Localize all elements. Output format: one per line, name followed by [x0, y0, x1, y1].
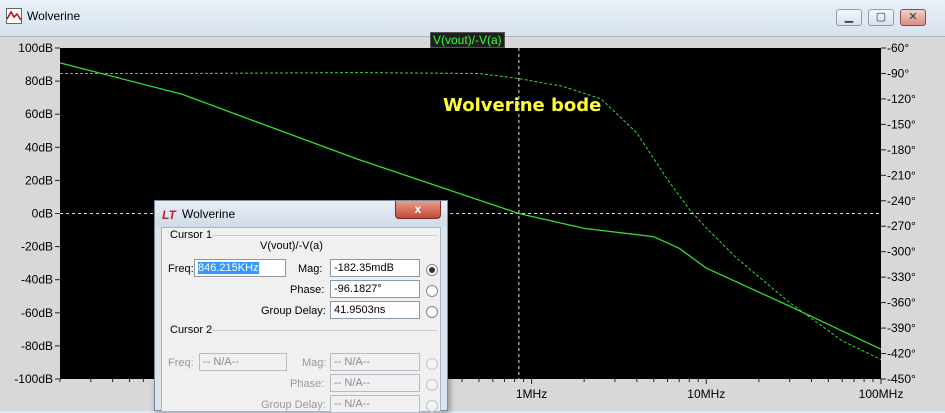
cursor2-phase-radio[interactable]: [426, 379, 438, 391]
cursor2-mag-field[interactable]: -- N/A--: [330, 353, 420, 371]
right-tick-label: -240°: [887, 194, 916, 208]
x-tick-label: 1MHz: [516, 387, 547, 401]
cursor1-phase-label: Phase:: [290, 284, 325, 296]
dialog-titlebar: LT Wolverine x: [155, 201, 447, 227]
trace-label[interactable]: V(vout)/-V(a): [430, 32, 505, 48]
cursor1-freq-field[interactable]: 846.215KHz: [194, 259, 286, 277]
left-tick-label: -40dB: [21, 273, 53, 287]
cursor2-gd-field[interactable]: -- N/A--: [330, 395, 420, 413]
dialog-close-button[interactable]: x: [395, 201, 441, 219]
left-tick-label: 100dB: [18, 41, 53, 55]
cursor2-divider: [212, 330, 437, 331]
minimize-button[interactable]: ▁: [836, 9, 862, 26]
right-tick-label: -180°: [887, 143, 916, 157]
cursor-dialog: LT Wolverine x Cursor 1 V(vout)/-V(a) Fr…: [154, 200, 448, 413]
cursor1-gd-radio[interactable]: [426, 306, 438, 318]
cursor1-phase-field[interactable]: -96.1827°: [330, 280, 420, 298]
window-title: Wolverine: [27, 9, 81, 23]
left-tick-label: 40dB: [25, 140, 53, 154]
left-tick-label: -20dB: [21, 240, 53, 254]
left-tick-label: -80dB: [21, 339, 53, 353]
cursor2-phase-label: Phase:: [290, 378, 325, 390]
maximize-button[interactable]: ▢: [868, 9, 894, 26]
cursor1-gd-label: Group Delay:: [261, 305, 326, 317]
cursor2-mag-label: Mag:: [302, 357, 327, 369]
cursor1-label: Cursor 1: [170, 229, 213, 241]
cursor2-label: Cursor 2: [170, 324, 213, 336]
cursor2-mag-radio[interactable]: [426, 358, 438, 370]
right-tick-label: -390°: [887, 321, 916, 335]
left-tick-label: 60dB: [25, 107, 53, 121]
dialog-title: Wolverine: [182, 207, 236, 221]
cursor2-gd-radio[interactable]: [426, 400, 438, 412]
bode-plot[interactable]: 100dB 80dB 60dB 40dB 20dB 0dB -20dB -40dB -60dB -…: [0, 37, 945, 411]
cursor1-mag-label: Mag:: [298, 263, 323, 275]
cursor1-mag-field[interactable]: -182.35mdB: [330, 259, 420, 277]
cursor1-phase-radio[interactable]: [426, 285, 438, 297]
left-tick-label: -60dB: [21, 306, 53, 320]
close-button[interactable]: ✕: [900, 9, 926, 26]
right-tick-label: -300°: [887, 245, 916, 259]
x-tick-label: 100MHz: [859, 387, 904, 401]
right-tick-label: -450°: [887, 372, 916, 386]
cursor2-phase-field[interactable]: -- N/A--: [330, 374, 420, 392]
right-tick-label: -420°: [887, 347, 916, 361]
cursor1-freq-value: 846.215KHz: [198, 262, 259, 274]
right-tick-label: -270°: [887, 219, 916, 233]
right-tick-label: -210°: [887, 168, 916, 182]
x-tick-label: 10MHz: [687, 387, 725, 401]
plot-annotation: Wolverine bode: [443, 95, 602, 116]
right-tick-label: -60°: [887, 41, 909, 55]
right-tick-label: -90°: [887, 66, 909, 80]
left-tick-label: 20dB: [25, 173, 53, 187]
cursor1-trace-name: V(vout)/-V(a): [260, 240, 323, 252]
right-tick-label: -360°: [887, 296, 916, 310]
left-tick-label: 80dB: [25, 74, 53, 88]
cursor2-freq-field[interactable]: -- N/A--: [199, 353, 287, 371]
dialog-body: Cursor 1 V(vout)/-V(a) Freq: 846.215KHz …: [161, 227, 441, 413]
left-tick-label: -100dB: [14, 372, 53, 386]
cursor1-freq-label: Freq:: [168, 263, 194, 275]
right-tick-label: -150°: [887, 117, 916, 131]
cursor1-divider: [212, 235, 437, 236]
right-tick-label: -330°: [887, 270, 916, 284]
cursor1-mag-radio[interactable]: [426, 264, 438, 276]
cursor1-gd-field[interactable]: 41.9503ns: [330, 301, 420, 319]
left-tick-label: 0dB: [32, 207, 53, 221]
waveform-plot-icon: [6, 8, 22, 24]
ltspice-logo-icon: LT: [162, 208, 176, 222]
cursor2-gd-label: Group Delay:: [261, 399, 326, 411]
right-tick-label: -120°: [887, 92, 916, 106]
cursor2-freq-label: Freq:: [168, 357, 194, 369]
